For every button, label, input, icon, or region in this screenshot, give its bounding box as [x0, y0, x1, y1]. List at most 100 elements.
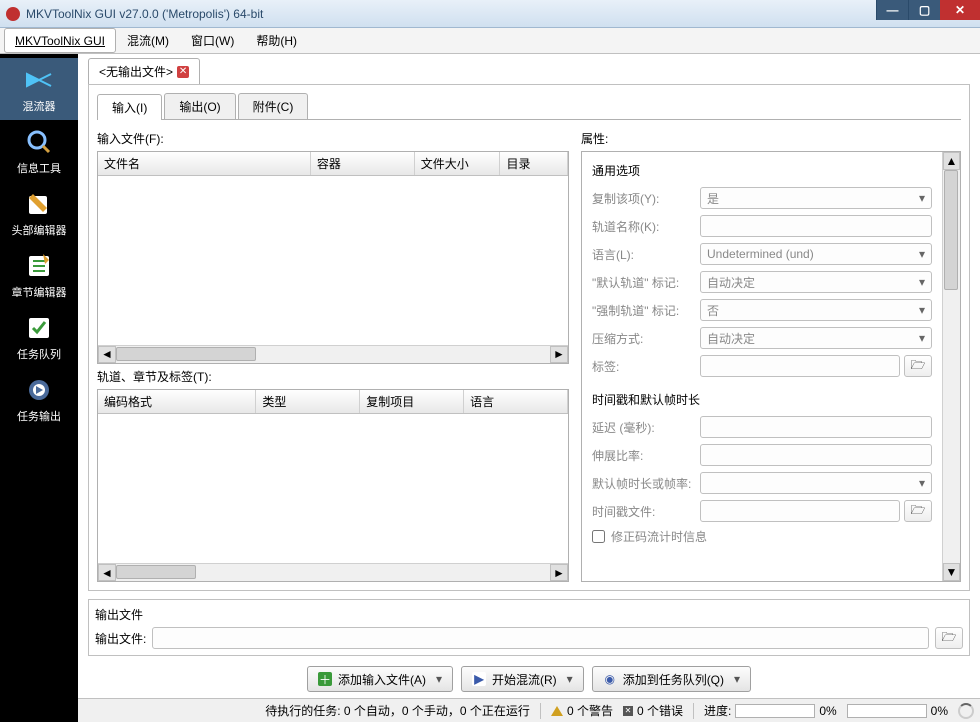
sidebar-item-info[interactable]: 信息工具: [0, 120, 78, 182]
sidebar-item-queue[interactable]: 任务队列: [0, 306, 78, 368]
default-duration-combo[interactable]: ▾: [700, 472, 932, 494]
fix-timing-checkbox[interactable]: [592, 530, 605, 543]
scroll-right-icon[interactable]: ►: [550, 564, 568, 581]
tracks-table[interactable]: 编码格式 类型 复制项目 语言 ◄ ►: [97, 389, 569, 582]
sidebar-item-output[interactable]: 任务输出: [0, 368, 78, 430]
copy-item-label: 复制该项(Y):: [592, 190, 700, 207]
minimize-button[interactable]: —: [876, 0, 908, 20]
scroll-left-icon[interactable]: ◄: [98, 564, 116, 581]
props-vscroll-thumb[interactable]: [944, 170, 958, 290]
tracks-header: 编码格式 类型 复制项目 语言: [98, 390, 568, 414]
tags-label: 标签:: [592, 358, 700, 375]
file-tab-current[interactable]: <无输出文件> ✕: [88, 58, 200, 84]
left-column: 输入文件(F): 文件名 容器 文件大小 目录 ◄ ► 轨道、章节: [97, 126, 569, 582]
tracks-label: 轨道、章节及标签(T):: [97, 368, 569, 385]
add-input-files-button[interactable]: ＋ 添加输入文件(A) ▾: [307, 666, 453, 692]
input-files-label: 输入文件(F):: [97, 130, 569, 147]
files-hscroll-thumb[interactable]: [116, 347, 256, 361]
scroll-down-icon[interactable]: ▼: [943, 563, 960, 581]
sidebar-item-header-editor[interactable]: 头部编辑器: [0, 182, 78, 244]
right-column: 属性: 通用选项 复制该项(Y): 是▾ 轨道名称(K): 语: [581, 126, 961, 582]
default-duration-label: 默认帧时长或帧率:: [592, 475, 700, 492]
ts-file-label: 时间戳文件:: [592, 503, 700, 520]
add-to-queue-button[interactable]: ◉ 添加到任务队列(Q) ▾: [592, 666, 751, 692]
menu-app[interactable]: MKVToolNix GUI: [4, 28, 116, 53]
inner-tabs: 输入(I) 输出(O) 附件(C): [97, 93, 961, 120]
properties-label: 属性:: [581, 130, 961, 147]
general-options-header: 通用选项: [592, 162, 932, 179]
scroll-left-icon[interactable]: ◄: [98, 346, 116, 363]
menu-help[interactable]: 帮助(H): [245, 28, 308, 53]
pending-jobs-text: 待执行的任务: 0 个自动，0 个手动，0 个正在运行: [265, 702, 530, 719]
content-panel: 输入(I) 输出(O) 附件(C) 输入文件(F): 文件名 容器 文件大小 目…: [88, 84, 970, 591]
maximize-button[interactable]: ▢: [908, 0, 940, 20]
start-mux-button[interactable]: ▶ 开始混流(R) ▾: [461, 666, 584, 692]
ts-file-input[interactable]: [700, 500, 900, 522]
forced-flag-combo[interactable]: 否▾: [700, 299, 932, 321]
folder-icon: 🗁: [911, 356, 926, 377]
col-filesize[interactable]: 文件大小: [415, 152, 501, 175]
progress-pct-current: 0%: [819, 704, 836, 718]
col-directory[interactable]: 目录: [500, 152, 568, 175]
menu-window[interactable]: 窗口(W): [180, 28, 245, 53]
tags-browse-button[interactable]: 🗁: [904, 355, 932, 377]
tab-attachments[interactable]: 附件(C): [238, 93, 309, 119]
plus-icon: ＋: [318, 672, 332, 686]
copy-item-combo[interactable]: 是▾: [700, 187, 932, 209]
title-bar: MKVToolNix GUI v27.0.0 ('Metropolis') 64…: [0, 0, 980, 28]
close-tab-icon[interactable]: ✕: [177, 66, 189, 78]
fix-timing-checkbox-row[interactable]: 修正码流计时信息: [592, 528, 932, 545]
delay-input[interactable]: [700, 416, 932, 438]
input-files-body[interactable]: [98, 176, 568, 345]
col-container[interactable]: 容器: [311, 152, 415, 175]
compression-combo[interactable]: 自动决定▾: [700, 327, 932, 349]
progress-label: 进度:: [704, 702, 731, 719]
action-buttons: ＋ 添加输入文件(A) ▾ ▶ 开始混流(R) ▾ ◉ 添加到任务队列(Q) ▾: [78, 660, 980, 698]
tracks-hscroll-thumb[interactable]: [116, 565, 196, 579]
output-icon: [23, 374, 55, 406]
menu-mux[interactable]: 混流(M): [116, 28, 180, 53]
col-copy[interactable]: 复制项目: [360, 390, 464, 413]
col-filename[interactable]: 文件名: [98, 152, 311, 175]
chevron-down-icon: ▾: [919, 275, 925, 289]
input-files-table[interactable]: 文件名 容器 文件大小 目录 ◄ ►: [97, 151, 569, 364]
timing-header: 时间戳和默认帧时长: [592, 391, 932, 408]
close-button[interactable]: ✕: [940, 0, 980, 20]
forced-flag-label: "强制轨道" 标记:: [592, 302, 700, 319]
stretch-input[interactable]: [700, 444, 932, 466]
tags-input[interactable]: [700, 355, 900, 377]
progress-bar-total: [847, 704, 927, 718]
ts-file-browse-button[interactable]: 🗁: [904, 500, 932, 522]
scroll-up-icon[interactable]: ▲: [943, 152, 960, 170]
output-file-input[interactable]: [152, 627, 929, 649]
tracks-body[interactable]: [98, 414, 568, 563]
errors-status[interactable]: ✕ 0 个错误: [623, 702, 683, 719]
chevron-down-icon: ▾: [919, 331, 925, 345]
output-file-browse-button[interactable]: 🗁: [935, 627, 963, 649]
tab-output[interactable]: 输出(O): [164, 93, 235, 119]
tracks-hscroll[interactable]: ◄ ►: [98, 563, 568, 581]
stretch-label: 伸展比率:: [592, 447, 700, 464]
props-vscroll[interactable]: ▲ ▼: [942, 152, 960, 581]
track-name-input[interactable]: [700, 215, 932, 237]
sidebar-item-chapter-editor[interactable]: 章节编辑器: [0, 244, 78, 306]
col-lang[interactable]: 语言: [464, 390, 568, 413]
chevron-down-icon: ▾: [567, 672, 573, 686]
language-combo[interactable]: Undetermined (und)▾: [700, 243, 932, 265]
default-flag-label: "默认轨道" 标记:: [592, 274, 700, 291]
chevron-down-icon: ▾: [919, 303, 925, 317]
files-hscroll[interactable]: ◄ ►: [98, 345, 568, 363]
col-type[interactable]: 类型: [256, 390, 360, 413]
status-bar: 待执行的任务: 0 个自动，0 个手动，0 个正在运行 0 个警告 ✕ 0 个错…: [78, 698, 980, 722]
chevron-down-icon: ▾: [919, 476, 925, 490]
sidebar-item-muxer[interactable]: 混流器: [0, 58, 78, 120]
tab-input[interactable]: 输入(I): [97, 94, 162, 120]
scroll-right-icon[interactable]: ►: [550, 346, 568, 363]
default-flag-combo[interactable]: 自动决定▾: [700, 271, 932, 293]
chevron-down-icon: ▾: [436, 672, 442, 686]
compression-label: 压缩方式:: [592, 330, 700, 347]
warnings-status[interactable]: 0 个警告: [551, 702, 613, 719]
col-codec[interactable]: 编码格式: [98, 390, 256, 413]
output-file-section: 输出文件 输出文件: 🗁: [88, 599, 970, 656]
window-title: MKVToolNix GUI v27.0.0 ('Metropolis') 64…: [26, 7, 876, 21]
